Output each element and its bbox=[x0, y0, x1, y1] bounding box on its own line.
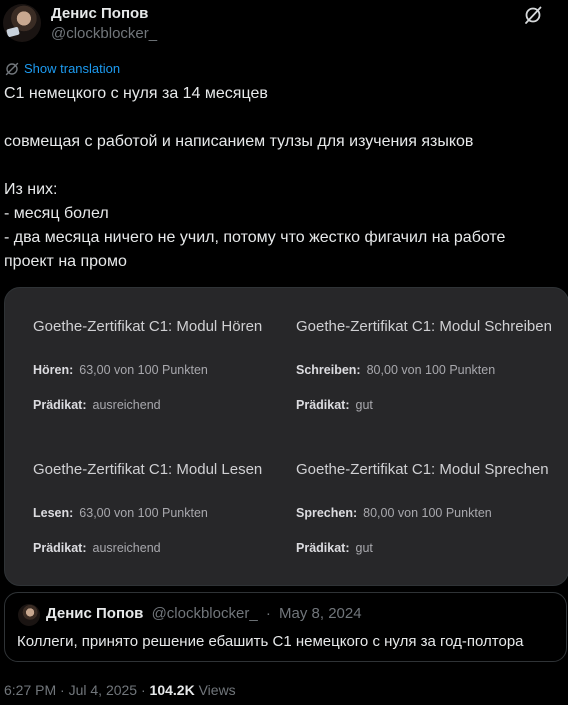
meta-separator: · bbox=[60, 682, 65, 698]
score-value: 80,00 von 100 Punkten bbox=[363, 506, 492, 520]
grade-label: Prädikat: bbox=[33, 398, 87, 412]
grade-value: ausreichend bbox=[92, 398, 161, 412]
module-hoeren: Goethe-Zertifikat C1: Modul Hören Hören:… bbox=[33, 318, 263, 412]
score-value: 80,00 von 100 Punkten bbox=[366, 363, 496, 377]
grade-value: ausreichend bbox=[92, 541, 161, 555]
tweet-line: проект на промо bbox=[4, 253, 127, 270]
show-translation-link[interactable]: Show translation bbox=[5, 61, 120, 76]
module-title: Goethe-Zertifikat C1: Modul Schreiben bbox=[296, 318, 552, 335]
author-name[interactable]: Денис Попов bbox=[51, 5, 148, 22]
author-avatar[interactable] bbox=[3, 4, 41, 42]
tweet-line: - месяц болел bbox=[4, 205, 109, 222]
module-score: Schreiben: 80,00 von 100 Punkten bbox=[296, 363, 495, 377]
score-value: 63,00 von 100 Punkten bbox=[79, 363, 208, 377]
module-schreiben: Goethe-Zertifikat C1: Modul Schreiben Sc… bbox=[296, 318, 552, 412]
module-grade: Prädikat: ausreichend bbox=[33, 398, 161, 412]
tweet-date[interactable]: Jul 4, 2025 bbox=[69, 682, 138, 698]
grok-slash-icon[interactable] bbox=[523, 5, 543, 25]
tweet-meta: 6:27 PM · Jul 4, 2025 · 104.2K Views bbox=[4, 682, 236, 698]
quote-separator: · bbox=[265, 605, 271, 622]
tweet-text: C1 немецкого с нуля за 14 месяцев совмещ… bbox=[4, 82, 554, 274]
quote-header: Денис Попов @clockblocker_ · May 8, 2024 bbox=[46, 605, 362, 622]
score-label: Sprechen: bbox=[296, 506, 358, 520]
grade-label: Prädikat: bbox=[296, 398, 350, 412]
quoted-tweet[interactable]: Денис Попов @clockblocker_ · May 8, 2024… bbox=[4, 592, 567, 662]
module-score: Hören: 63,00 von 100 Punkten bbox=[33, 363, 208, 377]
quote-date: May 8, 2024 bbox=[279, 605, 362, 622]
views-count: 104.2K bbox=[149, 682, 195, 698]
grade-label: Prädikat: bbox=[33, 541, 87, 555]
show-translation-label: Show translation bbox=[24, 61, 121, 76]
tweet-line bbox=[4, 154, 554, 178]
module-score: Sprechen: 80,00 von 100 Punkten bbox=[296, 506, 492, 520]
tweet-time[interactable]: 6:27 PM bbox=[4, 682, 56, 698]
views-label: Views bbox=[198, 682, 236, 698]
tweet-line: C1 немецкого с нуля за 14 месяцев bbox=[4, 85, 268, 102]
grade-label: Prädikat: bbox=[296, 541, 350, 555]
module-score: Lesen: 63,00 von 100 Punkten bbox=[33, 506, 208, 520]
score-value: 63,00 von 100 Punkten bbox=[79, 506, 208, 520]
module-grade: Prädikat: gut bbox=[296, 398, 373, 412]
quote-author-handle: @clockblocker_ bbox=[151, 605, 258, 622]
author-handle[interactable]: @clockblocker_ bbox=[51, 25, 157, 42]
module-sprechen: Goethe-Zertifikat C1: Modul Sprechen Spr… bbox=[296, 461, 549, 555]
tweet-line: Из них: bbox=[4, 181, 58, 198]
tweet-line: - два месяца ничего не учил, потому что … bbox=[4, 229, 506, 246]
meta-separator: · bbox=[140, 682, 146, 698]
module-title: Goethe-Zertifikat C1: Modul Sprechen bbox=[296, 461, 549, 478]
module-lesen: Goethe-Zertifikat C1: Modul Lesen Lesen:… bbox=[33, 461, 263, 555]
module-grade: Prädikat: gut bbox=[296, 541, 373, 555]
module-title: Goethe-Zertifikat C1: Modul Lesen bbox=[33, 461, 263, 478]
score-label: Hören: bbox=[33, 363, 74, 377]
grade-value: gut bbox=[355, 541, 373, 555]
module-grade: Prädikat: ausreichend bbox=[33, 541, 161, 555]
quote-author-name: Денис Попов bbox=[46, 605, 144, 622]
tweet-line: совмещая с работой и написанием тулзы дл… bbox=[4, 133, 474, 150]
tweet-line bbox=[4, 106, 554, 130]
quote-text: Коллеги, принято решение ебашить C1 неме… bbox=[17, 633, 524, 650]
module-title: Goethe-Zertifikat C1: Modul Hören bbox=[33, 318, 263, 335]
score-label: Schreiben: bbox=[296, 363, 361, 377]
quote-avatar bbox=[18, 604, 40, 626]
translate-icon bbox=[5, 62, 19, 75]
tweet-media-image[interactable]: Goethe-Zertifikat C1: Modul Hören Hören:… bbox=[4, 287, 568, 586]
grade-value: gut bbox=[355, 398, 373, 412]
score-label: Lesen: bbox=[33, 506, 74, 520]
